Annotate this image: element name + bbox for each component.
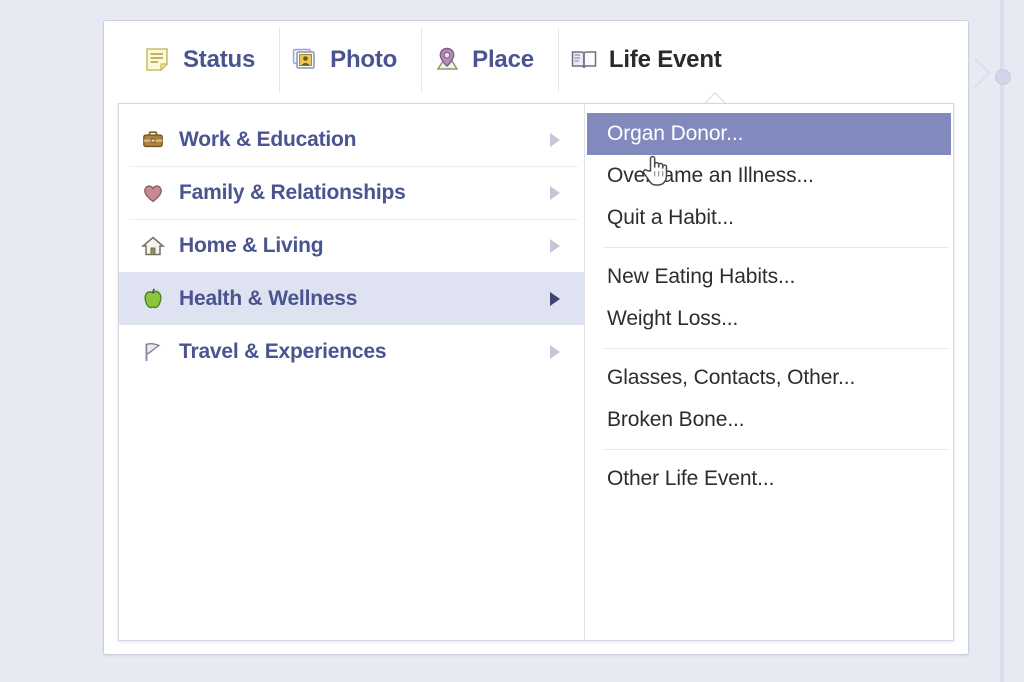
category-label: Home & Living — [179, 233, 324, 257]
category-label: Work & Education — [179, 127, 357, 151]
item-label: Overcame an Illness... — [607, 164, 814, 187]
category-column: Work & Education Family & Relationships — [119, 104, 585, 640]
category-work-education[interactable]: Work & Education — [119, 113, 584, 166]
category-family-relationships[interactable]: Family & Relationships — [119, 166, 584, 219]
house-icon — [140, 234, 166, 258]
life-event-item-weight-loss[interactable]: Weight Loss... — [587, 298, 951, 340]
photo-stack-icon — [291, 46, 319, 74]
tab-photo[interactable]: Photo — [279, 28, 421, 92]
chevron-right-icon — [550, 291, 560, 306]
item-label: Broken Bone... — [607, 408, 745, 431]
item-label: Organ Donor... — [607, 122, 744, 145]
item-label: New Eating Habits... — [607, 265, 796, 288]
tab-life-event-label: Life Event — [608, 46, 722, 73]
life-event-item-organ-donor[interactable]: Organ Donor... — [587, 113, 951, 155]
item-label: Other Life Event... — [607, 467, 775, 490]
life-event-item-new-eating-habits[interactable]: New Eating Habits... — [587, 256, 951, 298]
status-note-icon — [144, 46, 172, 74]
chevron-right-icon — [550, 132, 560, 147]
category-health-wellness[interactable]: Health & Wellness — [119, 272, 584, 325]
tab-photo-label: Photo — [330, 46, 398, 73]
composer-panel: Status Photo Place Life Event Work & Edu… — [103, 20, 969, 655]
composer-tabbar: Status Photo Place Life Event — [104, 21, 968, 99]
life-event-item-column: Organ Donor... Overcame an Illness... Qu… — [585, 104, 953, 640]
menu-separator — [603, 449, 949, 450]
tab-life-event[interactable]: Life Event — [557, 28, 746, 92]
chevron-right-icon — [550, 185, 560, 200]
item-label: Glasses, Contacts, Other... — [607, 366, 856, 389]
category-label: Family & Relationships — [179, 180, 406, 204]
timeline-spine — [1000, 0, 1004, 682]
life-event-item-overcame-an-illness[interactable]: Overcame an Illness... — [587, 155, 951, 197]
life-event-flyout: Work & Education Family & Relationships — [118, 103, 954, 641]
item-label: Quit a Habit... — [607, 206, 734, 229]
briefcase-icon — [141, 128, 165, 152]
chevron-right-icon — [550, 238, 560, 253]
tab-status[interactable]: Status — [132, 34, 279, 86]
category-travel-experiences[interactable]: Travel & Experiences — [119, 325, 584, 378]
flag-icon — [141, 340, 165, 364]
timeline-dot-icon — [995, 69, 1011, 85]
item-label: Weight Loss... — [607, 307, 739, 330]
tab-place[interactable]: Place — [421, 28, 558, 92]
tab-status-label: Status — [183, 46, 256, 73]
life-event-item-broken-bone[interactable]: Broken Bone... — [587, 399, 951, 441]
chevron-right-icon — [550, 344, 560, 359]
life-event-item-other-life-event[interactable]: Other Life Event... — [587, 458, 951, 500]
category-label: Health & Wellness — [179, 286, 358, 310]
category-home-living[interactable]: Home & Living — [119, 219, 584, 272]
apple-icon — [141, 287, 165, 311]
tab-place-label: Place — [472, 46, 534, 73]
menu-separator — [603, 247, 949, 248]
screen: Status Photo Place Life Event Work & Edu… — [0, 0, 1024, 682]
heart-icon — [141, 181, 165, 205]
menu-separator — [603, 348, 949, 349]
open-book-icon — [570, 46, 598, 74]
category-label: Travel & Experiences — [179, 339, 387, 363]
life-event-item-glasses-contacts-other[interactable]: Glasses, Contacts, Other... — [587, 357, 951, 399]
map-pin-icon — [433, 46, 461, 74]
life-event-item-quit-a-habit[interactable]: Quit a Habit... — [587, 197, 951, 239]
